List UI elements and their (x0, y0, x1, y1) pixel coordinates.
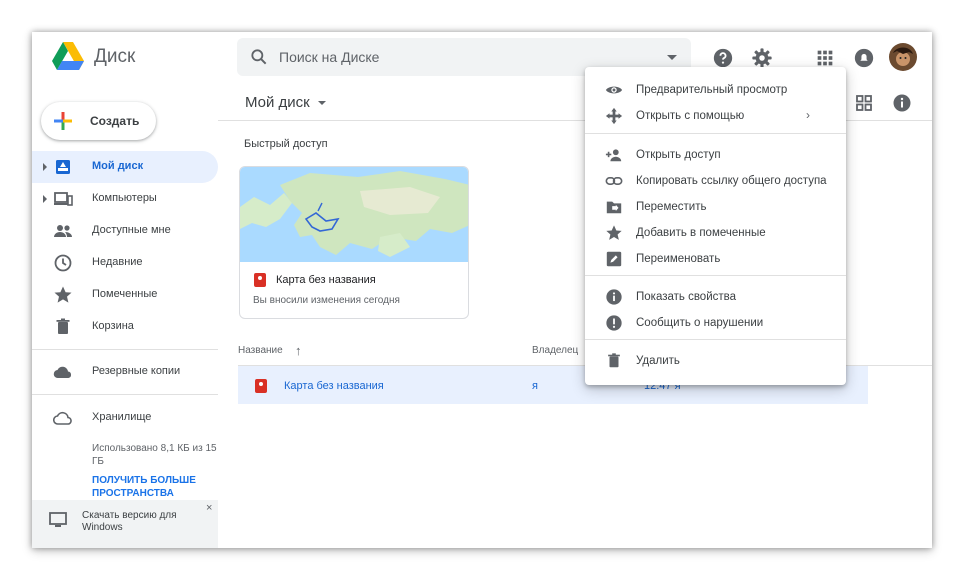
search-icon[interactable] (249, 47, 269, 67)
create-button-label: Создать (90, 114, 140, 128)
sidebar-item-label: Компьютеры (92, 192, 157, 204)
desktop-icon (49, 512, 67, 527)
search-input[interactable]: Поиск на Диске (279, 49, 379, 65)
move-folder-icon (606, 201, 622, 214)
menu-item-label: Показать свойства (636, 291, 737, 303)
menu-divider (585, 133, 846, 134)
menu-item-label: Открыть доступ (636, 149, 721, 161)
clock-icon (54, 254, 72, 272)
grid-view-icon[interactable] (854, 93, 874, 113)
search-options-icon[interactable] (667, 55, 677, 60)
sidebar-item-label: Помеченные (92, 288, 158, 300)
map-file-icon (254, 273, 266, 287)
chevron-right-icon: › (806, 108, 810, 122)
sidebar-item-shared-with-me[interactable]: Доступные мне (32, 215, 218, 247)
apps-grid-icon[interactable] (814, 47, 836, 69)
menu-item-label: Предварительный просмотр (636, 84, 788, 96)
column-header-name[interactable]: Название (238, 345, 283, 356)
menu-item-preview[interactable]: Предварительный просмотр (585, 78, 846, 102)
sidebar-item-label: Недавние (92, 256, 143, 268)
sidebar-item-recent[interactable]: Недавние (32, 247, 218, 279)
sidebar-divider (32, 394, 218, 395)
menu-item-label: Сообщить о нарушении (636, 317, 764, 329)
cloud-icon (53, 366, 72, 379)
row-file-name: Карта без названия (284, 380, 384, 392)
menu-item-add-starred[interactable]: Добавить в помеченные (585, 221, 846, 245)
page-title[interactable]: Мой диск (245, 94, 310, 111)
expand-arrow-icon[interactable] (43, 163, 47, 171)
menu-item-label: Переименовать (636, 253, 721, 265)
menu-item-label: Копировать ссылку общего доступа (636, 175, 827, 187)
card-description: Вы вносили изменения сегодня (253, 295, 400, 306)
help-icon[interactable] (712, 47, 734, 69)
storage-usage: Использовано 8,1 КБ из 15 ГБ (92, 443, 217, 467)
settings-icon[interactable] (751, 47, 773, 69)
sort-arrow-icon[interactable]: ↑ (295, 343, 302, 358)
context-menu: Предварительный просмотр Открыть с помощ… (585, 67, 846, 385)
create-button[interactable]: Создать (41, 102, 156, 140)
sidebar-item-my-drive[interactable]: Мой диск (32, 151, 218, 183)
my-drive-icon (56, 160, 70, 174)
row-owner: я (532, 380, 538, 392)
star-icon (54, 286, 72, 303)
plus-icon (54, 112, 72, 130)
shared-with-me-icon (54, 225, 72, 237)
menu-item-label: Добавить в помеченные (636, 227, 766, 239)
computers-icon (54, 192, 73, 206)
sidebar-item-trash[interactable]: Корзина (32, 311, 218, 343)
map-file-icon (255, 379, 267, 393)
sidebar-item-storage[interactable]: Хранилище (32, 402, 218, 434)
sidebar-item-label: Корзина (92, 320, 134, 332)
sidebar-item-backups[interactable]: Резервные копии (32, 356, 218, 388)
sidebar-item-label: Доступные мне (92, 224, 171, 236)
download-banner[interactable]: Скачать версию для Windows × (32, 500, 218, 548)
cloud-outline-icon (53, 411, 72, 425)
sidebar-item-label: Мой диск (92, 160, 144, 172)
notifications-icon[interactable] (853, 47, 875, 69)
menu-item-open-with[interactable]: Открыть с помощью › (585, 104, 846, 128)
menu-divider (585, 339, 846, 340)
star-icon (606, 225, 622, 240)
get-more-storage-link[interactable]: ПОЛУЧИТЬ БОЛЬШЕ ПРОСТРАНСТВА (92, 474, 217, 500)
sidebar-divider (32, 349, 218, 350)
sidebar-item-computers[interactable]: Компьютеры (32, 183, 218, 215)
download-label: Скачать версию для Windows (82, 510, 177, 533)
menu-item-label: Удалить (636, 355, 680, 367)
avatar[interactable] (889, 43, 917, 71)
info-icon[interactable] (892, 93, 912, 113)
info-icon (606, 289, 622, 305)
menu-item-rename[interactable]: Переименовать (585, 247, 846, 271)
card-file-name: Карта без названия (276, 274, 376, 286)
menu-item-report[interactable]: Сообщить о нарушении (585, 311, 846, 335)
expand-arrow-icon[interactable] (43, 195, 47, 203)
close-icon[interactable]: × (206, 502, 212, 514)
menu-divider (585, 275, 846, 276)
sidebar-item-starred[interactable]: Помеченные (32, 279, 218, 311)
drive-window: Диск Поиск на Диске Создать Мой диск Ком… (32, 32, 932, 548)
map-thumbnail (240, 167, 468, 262)
menu-item-label: Переместить (636, 201, 707, 213)
rename-icon (606, 251, 622, 267)
trash-icon (56, 318, 70, 334)
app-title: Диск (94, 46, 136, 67)
sidebar-item-label: Резервные копии (92, 365, 181, 377)
eye-icon (605, 86, 623, 94)
sidebar-item-label: Хранилище (92, 411, 152, 423)
quick-access-title: Быстрый доступ (244, 138, 328, 150)
add-person-icon (605, 149, 622, 162)
drive-logo[interactable] (52, 42, 84, 70)
menu-item-label: Открыть с помощью (636, 110, 745, 122)
column-header-owner[interactable]: Владелец (532, 345, 578, 356)
open-with-icon (605, 107, 623, 125)
link-icon (605, 177, 623, 185)
trash-icon (608, 353, 620, 368)
menu-item-copy-link[interactable]: Копировать ссылку общего доступа (585, 169, 846, 193)
report-icon (606, 315, 622, 331)
menu-item-delete[interactable]: Удалить (585, 349, 846, 373)
menu-item-move[interactable]: Переместить (585, 195, 846, 219)
menu-item-share[interactable]: Открыть доступ (585, 143, 846, 167)
menu-item-properties[interactable]: Показать свойства (585, 285, 846, 309)
quick-access-card[interactable]: Карта без названия Вы вносили изменения … (239, 166, 469, 319)
chevron-down-icon[interactable] (318, 101, 326, 105)
